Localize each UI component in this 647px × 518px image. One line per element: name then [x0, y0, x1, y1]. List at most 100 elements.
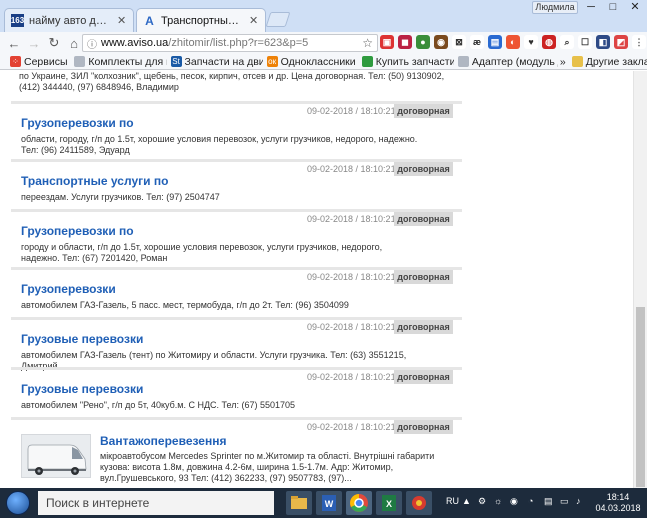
listing-date: 09-02-2018 / 18:10:21 — [307, 106, 396, 116]
tab-2-favicon-icon: A — [145, 13, 154, 28]
scrollbar-thumb[interactable] — [636, 307, 645, 487]
taskbar-search-input[interactable]: Поиск в интернете — [38, 491, 274, 515]
listing-title[interactable]: Транспортные услуги по — [21, 174, 168, 188]
extension-6-icon[interactable]: æ — [470, 35, 484, 49]
tab-1-close-icon[interactable]: ✕ — [117, 14, 127, 27]
bookmark-star-icon[interactable]: ☆ — [362, 36, 373, 50]
extension-13-icon[interactable]: ◧ — [596, 35, 610, 49]
bookmark-label: Другие закладки — [585, 55, 647, 68]
extension-9-icon[interactable]: ♥ — [524, 35, 538, 49]
network-icon[interactable]: ▤ — [544, 496, 553, 507]
bookmark-kits[interactable]: Комплекты для пере — [70, 55, 167, 68]
chrome-icon[interactable] — [346, 491, 372, 515]
listing-date: 09-02-2018 / 18:10:21 — [307, 272, 396, 282]
apps-icon: ⁘ — [10, 56, 21, 67]
address-bar[interactable]: ⓘ www.aviso.ua/zhitomir/list.php?r=623&p… — [82, 34, 378, 52]
bookmarks-overflow-icon[interactable]: » — [558, 56, 568, 68]
extension-12-icon[interactable]: ☐ — [578, 35, 592, 49]
previous-listing-desc: по Украине, ЗИЛ "колхозник", щебень, пес… — [19, 71, 445, 92]
listing-desc: области, городу, г/п до 1.5т, хорошие ус… — [21, 134, 418, 155]
page-scrollbar[interactable] — [633, 71, 647, 488]
listing-title[interactable]: Грузоперевозки по — [21, 224, 134, 238]
address-host: www.aviso.ua — [101, 37, 169, 49]
tray-app-icon[interactable]: ◉ — [510, 496, 518, 507]
tab-1-title: найму авто для доставк — [29, 14, 112, 27]
bookmark-label: Комплекты для пере — [88, 55, 166, 68]
listing-photo[interactable] — [21, 434, 91, 478]
volume-icon[interactable]: ♪ — [576, 496, 581, 506]
excel-icon[interactable]: X — [376, 491, 402, 515]
back-icon[interactable]: ← — [4, 33, 24, 53]
extension-14-icon[interactable]: ◩ — [614, 35, 628, 49]
extension-11-icon[interactable]: ⌕ — [560, 35, 574, 49]
info-icon[interactable]: ⓘ — [87, 36, 97, 51]
listing-title[interactable]: Грузоперевозки — [21, 282, 116, 296]
listing-item: 09-02-2018 / 18:10:21 договорная Вантажо… — [11, 420, 462, 488]
listing-title[interactable]: Грузовые перевозки — [21, 332, 143, 346]
bookmark-odnoklassniki[interactable]: ок Одноклассники мои — [263, 56, 358, 68]
listing-title[interactable]: Грузовые перевозки — [21, 382, 143, 396]
new-tab-button[interactable] — [265, 12, 291, 27]
close-window-icon[interactable]: ✕ — [624, 0, 646, 16]
bookmark-label: Купить запчасти на д — [375, 55, 454, 68]
listing-price: договорная — [394, 270, 453, 284]
listing-item: 09-02-2018 / 18:10:21 договорная Грузовы… — [11, 320, 462, 371]
extension-4-icon[interactable]: ◉ — [434, 35, 448, 49]
taskbar-clock[interactable]: 18:14 04.03.2018 — [594, 492, 642, 514]
extension-2-icon[interactable]: ◼ — [398, 35, 412, 49]
menu-dots-icon[interactable]: ⋮ — [632, 35, 646, 49]
minimize-icon[interactable]: ─ — [580, 0, 602, 16]
listing-item: 09-02-2018 / 18:10:21 договорная Грузопе… — [11, 270, 462, 318]
bookmark-adapter[interactable]: Адаптер (модуль дл — [454, 56, 558, 68]
listing-title[interactable]: Грузоперевозки по — [21, 116, 134, 130]
tray-app-icon[interactable]: ☼ — [494, 496, 502, 506]
bookmark-other[interactable]: Другие закладки — [568, 56, 647, 68]
listing-item: 09-02-2018 / 18:10:21 договорная Грузопе… — [11, 104, 462, 162]
start-button[interactable] — [6, 491, 30, 515]
browser-toolbar: ← → ↻ ⌂ ⓘ www.aviso.ua/zhitomir/list.php… — [0, 32, 647, 54]
extension-5-icon[interactable]: ⊠ — [452, 35, 466, 49]
listing-price: договорная — [394, 212, 453, 226]
battery-icon[interactable]: ▭ — [560, 496, 569, 507]
listing-date: 09-02-2018 / 18:10:21 — [307, 372, 396, 382]
maximize-icon[interactable]: □ — [602, 0, 624, 16]
bookmark-services[interactable]: ⁘ Сервисы — [6, 56, 70, 68]
tray-expand-icon[interactable]: ▲ — [462, 496, 471, 506]
bookmark-buy-parts[interactable]: Купить запчасти на д — [358, 56, 454, 68]
tray-app-icon[interactable]: ⚙ — [478, 496, 486, 507]
listing-price: договорная — [394, 320, 453, 334]
home-icon[interactable]: ⌂ — [64, 33, 84, 53]
tab-2[interactable]: A Транспортные услуги. П ✕ — [136, 8, 266, 32]
tab-1[interactable]: 163 найму авто для доставк ✕ — [4, 8, 134, 32]
extension-8-icon[interactable]: ◐ — [506, 35, 520, 49]
reload-icon[interactable]: ↻ — [44, 33, 64, 53]
extension-1-icon[interactable]: ▣ — [380, 35, 394, 49]
listing-price: договорная — [394, 162, 453, 176]
word-icon[interactable]: W — [316, 491, 342, 515]
listing-price: договорная — [394, 104, 453, 118]
tray-app-icon[interactable]: ◔ — [528, 496, 533, 506]
extension-3-icon[interactable]: ● — [416, 35, 430, 49]
bookmark-label: Сервисы — [24, 55, 68, 68]
folder-icon — [571, 56, 583, 67]
bookmark-engine-parts[interactable]: St Запчасти на двигате — [167, 56, 263, 68]
listing-date: 09-02-2018 / 18:10:21 — [307, 214, 396, 224]
listing-desc: городу и области, г/п до 1.5т, хорошие у… — [21, 242, 383, 263]
windows-taskbar: Поиск в интернете W X RU ▲ ⚙ ☼ ◉ ◔ ▤ ▭ ♪… — [0, 488, 647, 518]
svg-text:X: X — [386, 499, 392, 509]
language-indicator[interactable]: RU — [446, 496, 459, 506]
profile-button[interactable]: Людмила — [532, 1, 578, 14]
tab-1-favicon-icon: 163 — [10, 14, 25, 27]
tab-2-title: Транспортные услуги. П — [161, 14, 244, 27]
clock-date: 04.03.2018 — [595, 503, 641, 513]
extension-7-icon[interactable]: ▤ — [488, 35, 502, 49]
extension-10-icon[interactable]: ◍ — [542, 35, 556, 49]
listing-item: 09-02-2018 / 18:10:21 договорная Транспо… — [11, 162, 462, 210]
explorer-icon[interactable] — [286, 491, 312, 515]
listing-title[interactable]: Вантажоперевезення — [100, 434, 226, 448]
listing-date: 09-02-2018 / 18:10:21 — [307, 164, 396, 174]
forward-icon[interactable]: → — [24, 33, 44, 53]
tab-2-close-icon[interactable]: ✕ — [249, 14, 259, 27]
media-app-icon[interactable] — [406, 491, 432, 515]
listing-price: договорная — [394, 420, 453, 434]
